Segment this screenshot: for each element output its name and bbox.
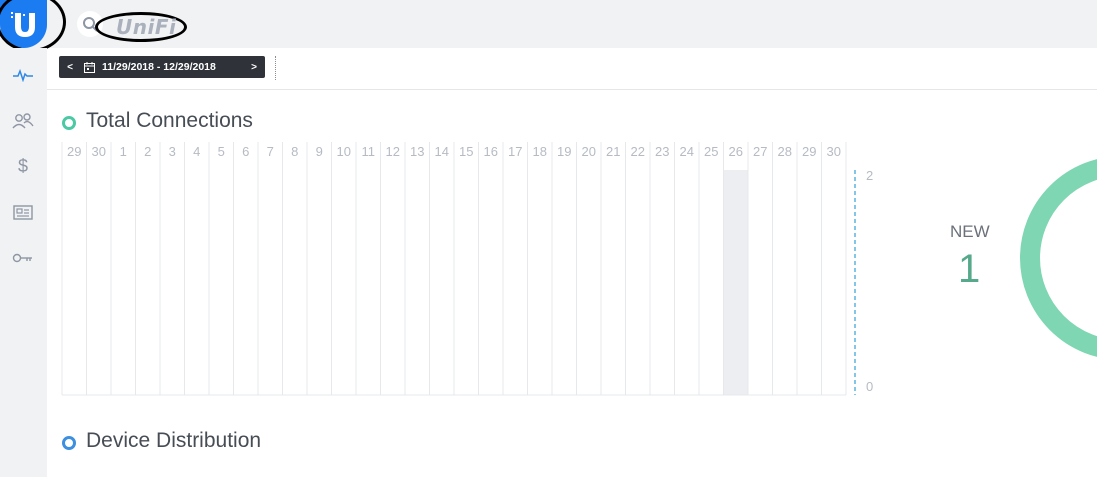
total-connections-chart: 29 30 1 2 3 4 5 6 7 8 9 10 11 12 13 14 15 16 17 18 19 20 21 22 2… xyxy=(61,142,873,396)
prev-range-button[interactable]: < xyxy=(59,62,81,73)
donut-ring xyxy=(1020,159,1097,357)
x-tick-label: 29 xyxy=(802,144,816,159)
x-tick-label: 25 xyxy=(704,144,718,159)
sidebar: $ xyxy=(0,48,47,477)
x-tick-label: 13 xyxy=(410,144,424,159)
activity-icon xyxy=(13,68,33,82)
x-tick-label: 26 xyxy=(729,144,743,159)
toolbar-divider xyxy=(275,56,276,80)
connections-section-dot xyxy=(62,116,76,130)
highlighted-day-column xyxy=(723,170,748,395)
x-tick-label: 17 xyxy=(508,144,522,159)
sidebar-item-statistics[interactable] xyxy=(11,64,35,86)
x-tick-label: 1 xyxy=(120,144,127,159)
key-icon xyxy=(12,253,32,263)
distribution-section-title: Device Distribution xyxy=(86,429,262,452)
users-icon xyxy=(12,113,34,129)
x-tick-label: 8 xyxy=(291,144,298,159)
x-tick-label: 19 xyxy=(557,144,571,159)
x-tick-label: 12 xyxy=(386,144,400,159)
sidebar-item-billing[interactable]: $ xyxy=(11,155,35,177)
x-tick-label: 30 xyxy=(827,144,841,159)
y-tick-label: 2 xyxy=(866,168,873,183)
connections-donut-chart xyxy=(1020,159,1097,357)
x-tick-label: 30 xyxy=(92,144,106,159)
unifi-wordmark: UniFi xyxy=(116,15,177,39)
sidebar-item-operators[interactable] xyxy=(11,247,35,269)
distribution-section-dot xyxy=(62,436,76,450)
x-tick-label: 10 xyxy=(337,144,351,159)
x-tick-label: 28 xyxy=(778,144,792,159)
date-range-label: 11/29/2018 - 12/29/2018 xyxy=(102,61,216,73)
toolbar-bottom-border xyxy=(47,89,1097,90)
sidebar-item-vouchers[interactable] xyxy=(11,201,35,223)
x-tick-label: 4 xyxy=(193,144,200,159)
x-tick-label: 5 xyxy=(218,144,225,159)
y-tick-label: 0 xyxy=(866,379,873,394)
id-card-icon xyxy=(13,204,33,220)
x-tick-label: 22 xyxy=(631,144,645,159)
x-tick-label: 3 xyxy=(169,144,176,159)
date-range-picker[interactable]: < 11/29/2018 - 12/29/2018 > xyxy=(59,56,265,78)
x-tick-label: 27 xyxy=(753,144,767,159)
x-tick-label: 14 xyxy=(435,144,449,159)
x-tick-label: 21 xyxy=(606,144,620,159)
x-tick-label: 9 xyxy=(316,144,323,159)
x-tick-label: 11 xyxy=(362,144,376,159)
x-tick-label: 29 xyxy=(67,144,81,159)
new-connections-label: NEW xyxy=(950,222,990,241)
x-tick-label: 18 xyxy=(533,144,547,159)
next-range-button[interactable]: > xyxy=(243,62,265,73)
x-tick-label: 6 xyxy=(242,144,249,159)
x-tick-label: 2 xyxy=(144,144,151,159)
x-tick-label: 23 xyxy=(655,144,669,159)
x-tick-label: 24 xyxy=(680,144,694,159)
calendar-icon xyxy=(84,61,95,73)
logo-annotation-circle xyxy=(0,0,66,52)
x-tick-label: 7 xyxy=(267,144,274,159)
sidebar-item-clients[interactable] xyxy=(11,110,35,132)
x-tick-label: 16 xyxy=(484,144,498,159)
connections-section-title: Total Connections xyxy=(86,109,253,132)
dollar-icon: $ xyxy=(17,155,28,176)
x-tick-label: 15 xyxy=(459,144,473,159)
x-tick-label: 20 xyxy=(582,144,596,159)
new-connections-value: 1 xyxy=(958,247,981,291)
top-bar: UniFi xyxy=(0,0,1097,52)
